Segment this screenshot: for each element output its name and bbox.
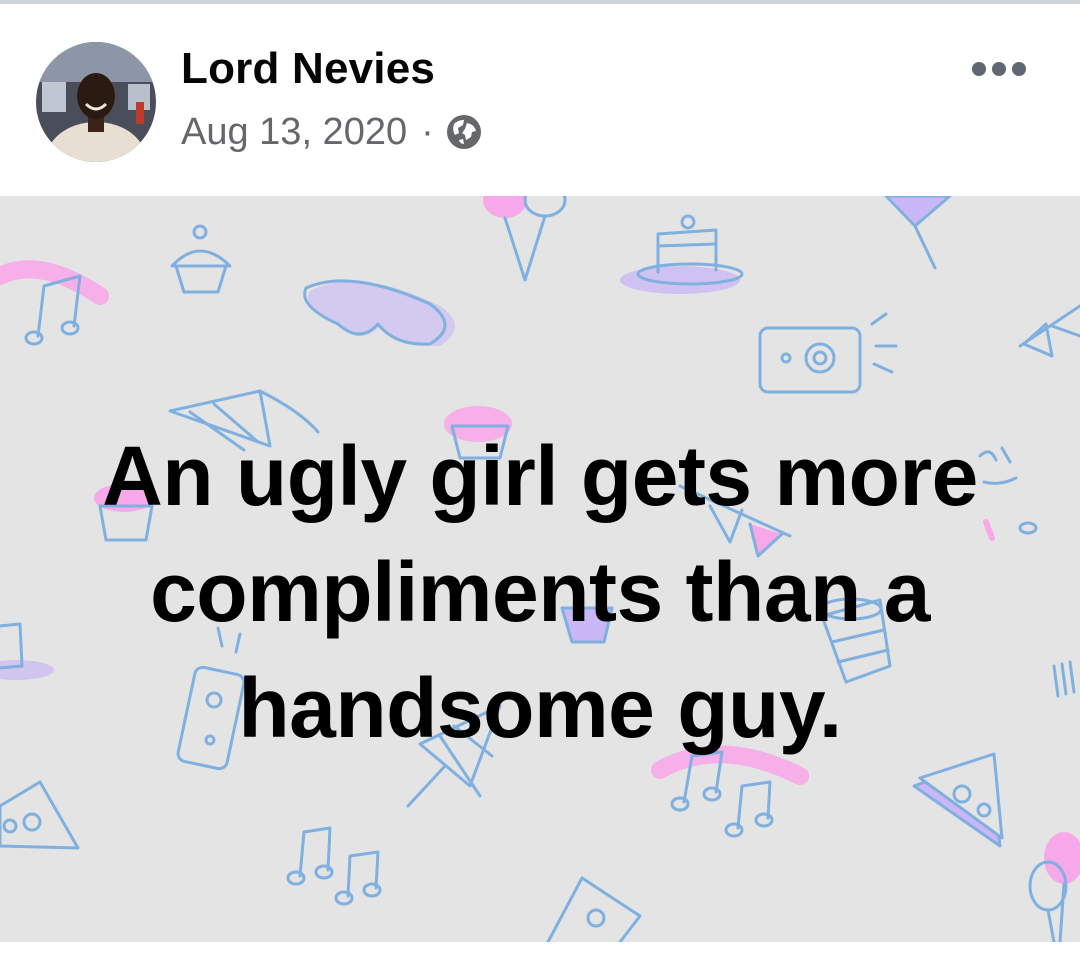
cake-icon — [620, 214, 744, 294]
post-date[interactable]: Aug 13, 2020 — [181, 111, 407, 154]
music-note-icon — [0, 260, 109, 346]
post-footer-gap — [0, 942, 1080, 966]
post-header: Lord Nevies Aug 13, 2020 · — [0, 4, 1080, 196]
avatar[interactable] — [36, 42, 156, 162]
post-meta: Aug 13, 2020 · — [181, 110, 482, 154]
party-hat-icon — [884, 196, 952, 270]
balloon-icon — [483, 196, 567, 282]
author-name[interactable]: Lord Nevies — [181, 44, 435, 94]
more-options-icon — [972, 62, 1026, 76]
pizza-icon — [546, 876, 642, 942]
post-text: An ugly girl gets more compliments than … — [102, 429, 978, 755]
globe-icon[interactable] — [446, 114, 482, 150]
balloon-icon — [1028, 832, 1080, 942]
more-options-button[interactable] — [968, 52, 1030, 86]
music-note-icon — [286, 826, 382, 906]
post-background[interactable]: An ugly girl gets more compliments than … — [0, 196, 1080, 942]
camera-icon — [758, 312, 898, 394]
mask-icon — [303, 279, 455, 346]
pizza-icon — [912, 752, 1004, 848]
bunting-icon — [1018, 304, 1080, 358]
meta-separator: · — [421, 110, 434, 153]
pizza-icon — [0, 780, 80, 850]
cupcake-icon — [170, 224, 232, 294]
cake-icon — [0, 622, 54, 680]
bunting-icon — [1052, 660, 1076, 698]
